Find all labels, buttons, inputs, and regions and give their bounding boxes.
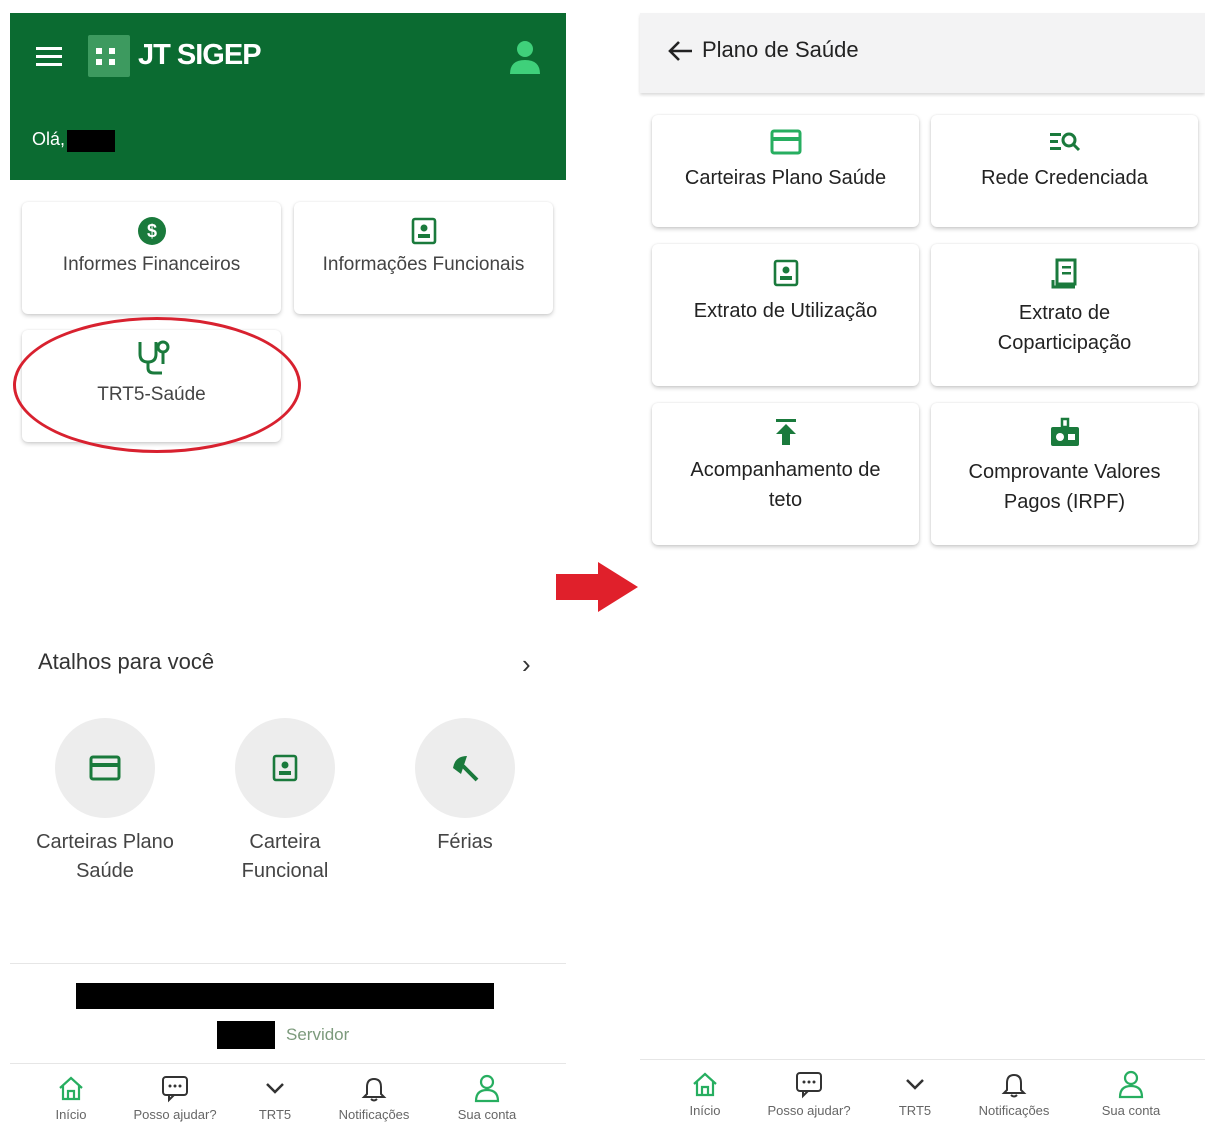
- nav-label: Sua conta: [457, 1107, 517, 1122]
- nav-label: Notificações: [978, 1103, 1050, 1118]
- shortcut-circle: [235, 718, 335, 818]
- shortcut-circle: [415, 718, 515, 818]
- nav-label: Notificações: [338, 1107, 410, 1122]
- shortcut-carteiras-plano-saude[interactable]: Carteiras Plano Saúde: [30, 718, 180, 886]
- app-logo-icon: [88, 35, 130, 77]
- card-label: Informes Financeiros: [62, 254, 241, 275]
- svg-text:$: $: [146, 221, 156, 241]
- nav-notificacoes[interactable]: Notificações: [964, 1069, 1064, 1118]
- back-arrow-icon[interactable]: [666, 37, 694, 65]
- shortcut-ferias[interactable]: Férias: [390, 718, 540, 857]
- page-header: Plano de Saúde: [640, 13, 1205, 93]
- card-acompanhamento-teto[interactable]: Acompanhamento de teto: [652, 403, 919, 545]
- chat-icon: [162, 1076, 188, 1103]
- chat-icon: [796, 1072, 822, 1099]
- list-search-icon: [1049, 132, 1080, 152]
- nav-notificacoes[interactable]: Notificações: [324, 1073, 424, 1122]
- card-label-line1: Acompanhamento de: [690, 459, 881, 481]
- redacted-user-id: [217, 1021, 275, 1049]
- nav-label: Início: [55, 1107, 87, 1122]
- card-icon: [770, 129, 801, 155]
- shortcut-label-line2: Saúde: [76, 860, 134, 882]
- shortcut-label: Carteira Funcional: [210, 828, 360, 886]
- card-label-line2: Coparticipação: [997, 332, 1132, 354]
- greeting: Olá,: [32, 129, 66, 149]
- receipt-icon: [1051, 258, 1076, 289]
- user-icon[interactable]: [508, 39, 542, 75]
- card-label-line2: teto: [768, 489, 803, 511]
- nav-sua-conta[interactable]: Sua conta: [442, 1073, 532, 1122]
- nav-sua-conta[interactable]: Sua conta: [1086, 1069, 1176, 1118]
- left-screen: JT SIGEP Olá, $ Informes Financeiros Inf…: [10, 13, 566, 1135]
- nav-label: Sua conta: [1101, 1103, 1161, 1118]
- shortcut-label-line2: Funcional: [241, 860, 329, 882]
- shortcut-label-line1: Carteiras Plano: [36, 831, 174, 853]
- arrow-right-icon: [556, 562, 638, 612]
- card-label: Informações Funcionais: [322, 254, 525, 275]
- card-label-line2: Pagos (IRPF): [1003, 491, 1126, 513]
- card-extrato-coparticipacao[interactable]: Extrato de Coparticipação: [931, 244, 1198, 386]
- card-icon: [89, 755, 121, 781]
- nav-posso-ajudar[interactable]: Posso ajudar?: [120, 1073, 230, 1122]
- app-header: JT SIGEP Olá,: [10, 13, 566, 180]
- user-role: Servidor: [286, 1025, 350, 1044]
- id-badge-icon: [411, 217, 436, 245]
- id-badge-icon: [773, 259, 798, 287]
- nav-trt5[interactable]: TRT5: [240, 1073, 310, 1122]
- redacted-username: [67, 130, 115, 152]
- chevron-down-icon: [266, 1083, 284, 1094]
- nav-posso-ajudar[interactable]: Posso ajudar?: [754, 1069, 864, 1118]
- bell-icon: [361, 1077, 387, 1102]
- id-badge-icon: [272, 754, 298, 782]
- shortcut-label: Carteiras Plano Saúde: [30, 828, 180, 886]
- nav-inicio[interactable]: Início: [666, 1069, 744, 1118]
- user-icon: [474, 1074, 500, 1103]
- card-informacoes-funcionais[interactable]: Informações Funcionais: [294, 202, 553, 314]
- upload-arrow-icon: [775, 419, 796, 445]
- shortcut-label-line1: Carteira: [249, 831, 321, 853]
- nav-trt5[interactable]: TRT5: [880, 1069, 950, 1118]
- right-screen: Plano de Saúde Carteiras Plano Saúde Red…: [640, 13, 1205, 1135]
- nav-label: TRT5: [898, 1103, 932, 1118]
- card-carteiras-plano-saude[interactable]: Carteiras Plano Saúde: [652, 115, 919, 227]
- shortcuts-title: Atalhos para você: [38, 649, 215, 674]
- divider: [10, 963, 566, 964]
- nav-label: Posso ajudar?: [767, 1103, 851, 1118]
- card-label: Extrato de Utilização: [693, 300, 878, 322]
- card-informes-financeiros[interactable]: $ Informes Financeiros: [22, 202, 281, 314]
- card-extrato-utilizacao[interactable]: Extrato de Utilização: [652, 244, 919, 386]
- app-title: JT SIGEP: [138, 39, 262, 71]
- highlight-circle: [13, 317, 301, 453]
- divider: [10, 1063, 566, 1064]
- nav-label: TRT5: [258, 1107, 292, 1122]
- shortcut-label-line1: Férias: [437, 831, 493, 853]
- shortcut-circle: [55, 718, 155, 818]
- card-label-line1: Extrato de: [1018, 302, 1111, 324]
- card-rede-credenciada[interactable]: Rede Credenciada: [931, 115, 1198, 227]
- user-icon: [1118, 1070, 1144, 1099]
- divider: [640, 1059, 1205, 1060]
- page-title: Plano de Saúde: [702, 37, 859, 62]
- money-bag-icon: [1050, 417, 1079, 446]
- bell-icon: [1001, 1073, 1027, 1098]
- shortcut-carteira-funcional[interactable]: Carteira Funcional: [210, 718, 360, 886]
- redacted-user-name: [76, 983, 494, 1009]
- nav-inicio[interactable]: Início: [32, 1073, 110, 1122]
- home-icon: [59, 1076, 83, 1101]
- shortcut-label: Férias: [390, 828, 540, 857]
- card-label-line1: Comprovante Valores: [968, 461, 1161, 483]
- nav-label: Posso ajudar?: [133, 1107, 217, 1122]
- card-label: Carteiras Plano Saúde: [684, 167, 887, 189]
- beach-umbrella-icon: [453, 756, 479, 782]
- home-icon: [693, 1072, 717, 1097]
- nav-label: Início: [689, 1103, 721, 1118]
- chevron-right-icon[interactable]: ›: [522, 649, 531, 680]
- chevron-down-icon: [906, 1079, 924, 1090]
- menu-icon[interactable]: [36, 47, 62, 67]
- card-comprovante-valores-pagos[interactable]: Comprovante Valores Pagos (IRPF): [931, 403, 1198, 545]
- card-label: Rede Credenciada: [981, 167, 1148, 189]
- dollar-circle-icon: $: [137, 217, 166, 245]
